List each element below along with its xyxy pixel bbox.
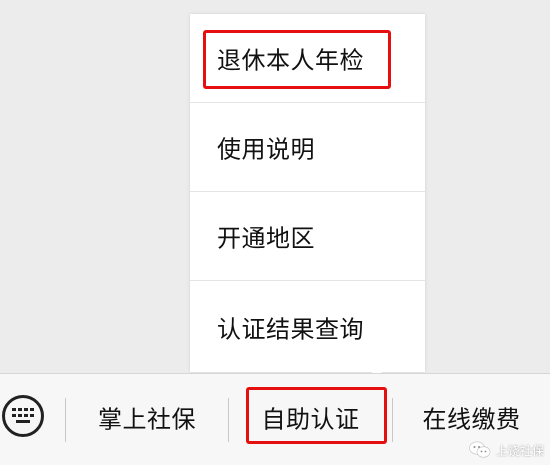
menu-item-label: 认证结果查询 xyxy=(217,315,364,343)
bar-item-self-service-auth[interactable]: 自助认证 xyxy=(229,374,392,460)
bottom-menu-bar: 掌上社保 自助认证 在线缴费 xyxy=(0,373,550,465)
menu-item-instructions[interactable]: 使用说明 xyxy=(190,103,425,192)
watermark: 上饶社保 xyxy=(469,441,544,459)
keyboard-toggle-button[interactable] xyxy=(2,395,44,437)
bar-item-label: 掌上社保 xyxy=(98,405,196,434)
menu-item-label: 退休本人年检 xyxy=(217,46,364,75)
menu-item-label: 开通地区 xyxy=(217,224,315,253)
menu-item-available-regions[interactable]: 开通地区 xyxy=(190,192,425,281)
watermark-text: 上饶社保 xyxy=(495,443,544,458)
bar-item-mobile-social-security[interactable]: 掌上社保 xyxy=(66,374,228,460)
menu-item-auth-result-query[interactable]: 认证结果查询 xyxy=(190,281,425,372)
wechat-icon xyxy=(469,441,491,458)
menu-item-retiree-annual-check[interactable]: 退休本人年检 xyxy=(190,14,425,103)
bar-item-label: 在线缴费 xyxy=(422,405,521,434)
bar-item-label: 自助认证 xyxy=(261,405,360,434)
keyboard-icon xyxy=(12,408,34,423)
popup-menu: 退休本人年检 使用说明 开通地区 认证结果查询 xyxy=(190,14,425,372)
menu-item-label: 使用说明 xyxy=(217,135,315,164)
